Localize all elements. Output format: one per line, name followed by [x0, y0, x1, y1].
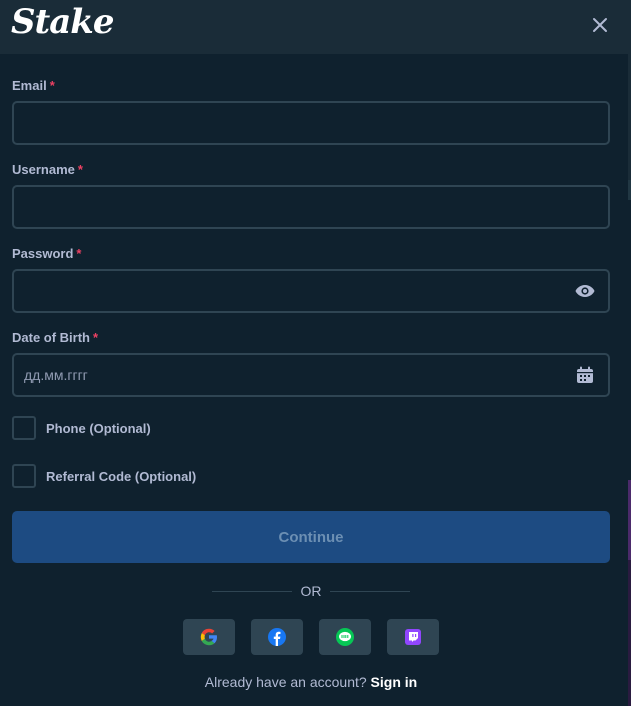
password-field-wrapper — [12, 269, 610, 313]
referral-checkbox[interactable] — [12, 464, 36, 488]
signin-prompt-text: Already have an account? — [204, 674, 367, 690]
username-label: Username * — [12, 162, 83, 177]
social-login-buttons — [183, 619, 439, 655]
twitch-icon — [405, 629, 421, 645]
modal-header: Stake — [0, 0, 628, 54]
toggle-password-visibility[interactable] — [574, 281, 596, 301]
phone-optional-toggle[interactable]: Phone (Optional) — [12, 416, 151, 440]
signin-link[interactable]: Sign in — [371, 674, 418, 690]
calendar-icon — [577, 366, 593, 383]
date-picker-button[interactable] — [574, 365, 596, 385]
dob-field-wrapper — [12, 353, 610, 397]
line-login-button[interactable] — [319, 619, 371, 655]
username-field[interactable] — [14, 187, 608, 227]
close-icon — [593, 18, 607, 32]
referral-checkbox-label: Referral Code (Optional) — [46, 468, 197, 484]
email-label: Email * — [12, 78, 55, 93]
divider-line-left — [212, 590, 292, 592]
or-divider: OR — [212, 582, 410, 600]
email-field[interactable] — [14, 103, 608, 143]
password-label: Password * — [12, 246, 82, 261]
phone-checkbox-label: Phone (Optional) — [46, 420, 151, 436]
stake-logo: Stake — [11, 2, 114, 42]
phone-checkbox[interactable] — [12, 416, 36, 440]
google-login-button[interactable] — [183, 619, 235, 655]
username-field-wrapper — [12, 185, 610, 229]
facebook-icon — [268, 628, 286, 646]
signin-prompt: Already have an account? Sign in — [12, 674, 610, 690]
dob-field[interactable] — [14, 355, 608, 395]
facebook-login-button[interactable] — [251, 619, 303, 655]
dob-label: Date of Birth * — [12, 330, 99, 345]
twitch-login-button[interactable] — [387, 619, 439, 655]
password-field[interactable] — [14, 271, 608, 311]
google-icon — [200, 628, 217, 646]
email-field-wrapper — [12, 101, 610, 145]
or-text: OR — [300, 583, 322, 599]
eye-icon — [575, 285, 595, 297]
line-icon — [336, 628, 354, 646]
continue-button[interactable]: Continue — [12, 511, 610, 563]
close-button[interactable] — [588, 13, 612, 37]
divider-line-right — [330, 590, 410, 592]
referral-optional-toggle[interactable]: Referral Code (Optional) — [12, 464, 196, 488]
